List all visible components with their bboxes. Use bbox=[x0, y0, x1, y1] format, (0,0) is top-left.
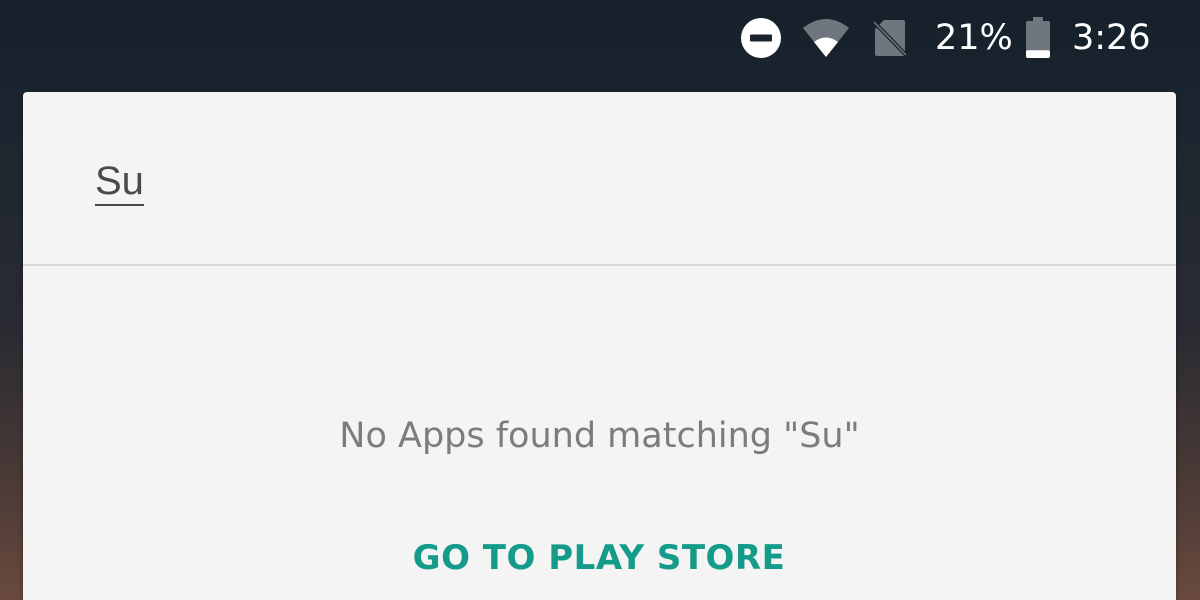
battery-icon bbox=[1025, 0, 1051, 76]
search-bar[interactable]: Su bbox=[23, 92, 1176, 264]
battery-percentage: 21% bbox=[935, 17, 1013, 58]
clock: 3:26 bbox=[1072, 17, 1151, 58]
wifi-icon bbox=[802, 0, 850, 76]
no-sim-icon bbox=[872, 0, 908, 76]
do-not-disturb-icon bbox=[740, 0, 782, 76]
no-results-message: No Apps found matching "Su" bbox=[339, 416, 860, 456]
status-bar: 21% 3:26 bbox=[0, 0, 1200, 76]
divider bbox=[23, 264, 1176, 266]
search-input[interactable]: Su bbox=[95, 158, 144, 206]
go-to-play-store-button[interactable]: GO TO PLAY STORE bbox=[399, 532, 799, 584]
app-search-panel: Su No Apps found matching "Su" GO TO PLA… bbox=[23, 92, 1176, 600]
